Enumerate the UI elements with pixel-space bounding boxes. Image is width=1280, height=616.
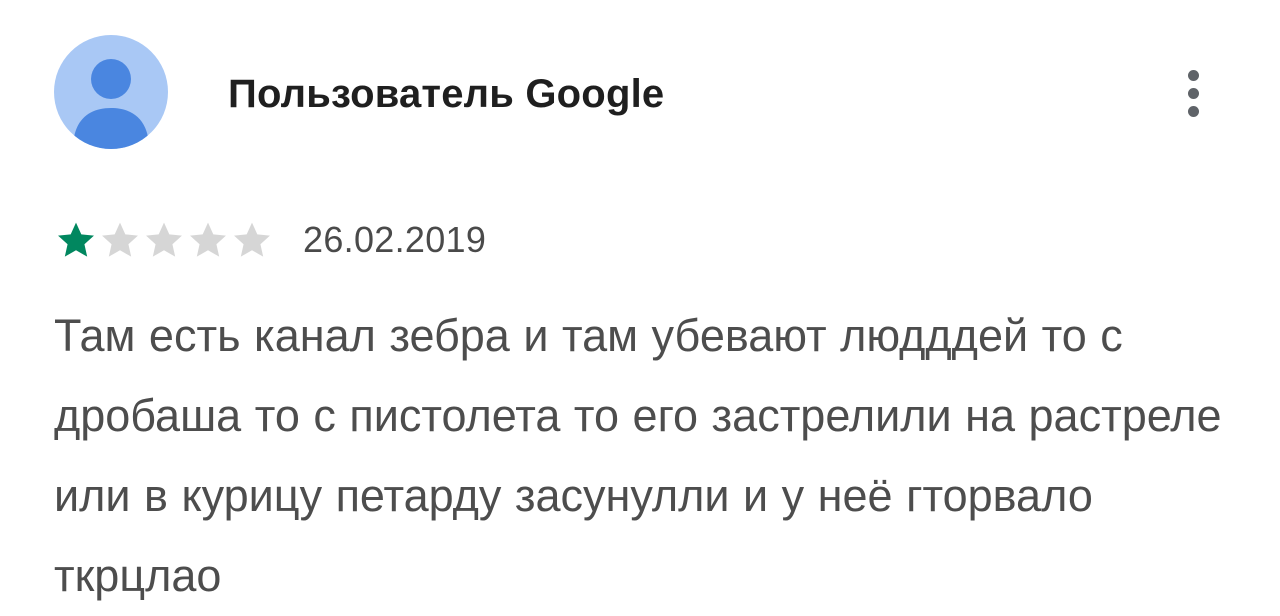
more-vert-icon-dot xyxy=(1187,105,1199,117)
more-options-button[interactable] xyxy=(1170,60,1216,126)
review-card: Пользователь Google 26.02.2019 Там есть … xyxy=(0,0,1280,611)
star-empty-icon xyxy=(102,222,138,257)
review-date: 26.02.2019 xyxy=(303,219,487,260)
star-filled-icon xyxy=(58,222,94,257)
user-avatar-icon xyxy=(73,59,149,149)
author-name: Пользователь Google xyxy=(228,72,665,116)
star-rating xyxy=(54,218,274,262)
more-vert-icon-dot xyxy=(1187,87,1199,99)
star-empty-icon xyxy=(146,222,182,257)
star-empty-icon xyxy=(190,222,226,257)
rating-row: 26.02.2019 xyxy=(54,215,486,265)
star-empty-icon xyxy=(234,222,270,257)
avatar xyxy=(54,35,168,149)
more-vert-icon xyxy=(1187,69,1199,81)
review-text: Там есть канал зебра и там убевают люддд… xyxy=(54,310,1222,601)
